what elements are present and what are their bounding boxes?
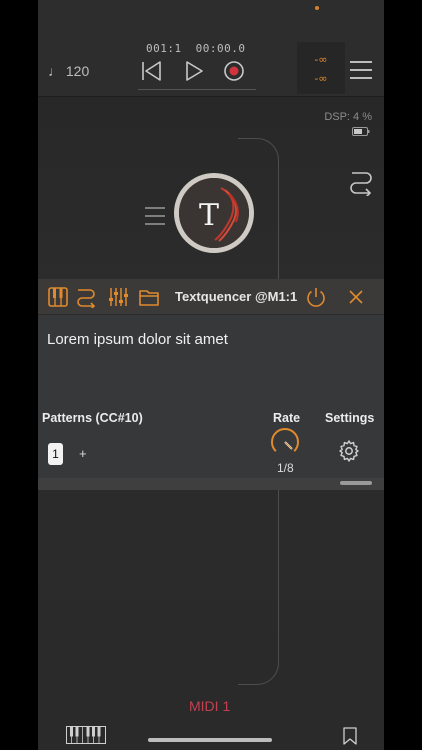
status-dot	[315, 6, 319, 10]
plugin-title: Textquencer @M1:1	[175, 289, 298, 304]
resize-handle[interactable]	[340, 481, 372, 485]
textquencer-app-icon: T	[179, 178, 249, 248]
settings-label: Settings	[325, 411, 375, 425]
folder-icon[interactable]	[138, 286, 160, 308]
sequence-text-input[interactable]: Lorem ipsum dolor sit amet	[47, 331, 228, 348]
midi-link-toggle[interactable]: -∞ -∞	[297, 42, 345, 94]
routing-icon[interactable]	[348, 168, 374, 196]
rate-knob[interactable]	[270, 427, 300, 457]
patterns-label: Patterns (CC#10)	[42, 411, 143, 425]
power-icon[interactable]	[305, 286, 327, 308]
rate-value: 1/8	[277, 461, 294, 475]
add-pattern-button[interactable]: +	[79, 446, 87, 461]
textquencer-logo: T	[179, 178, 249, 248]
transport-underline	[138, 89, 256, 90]
home-indicator[interactable]	[148, 738, 272, 742]
dsp-load: DSP: 4 %	[324, 111, 372, 123]
transport-counter: 001:1 00:00.0	[146, 42, 259, 55]
transport-bar: ♩ 120 001:1 00:00.0 -∞ -∞	[38, 0, 384, 97]
time-position: 00:00.0	[195, 42, 246, 55]
main-menu-icon[interactable]	[349, 58, 373, 82]
piano-keyboard-icon[interactable]	[66, 726, 106, 744]
mixer-icon[interactable]	[107, 286, 129, 308]
play-button[interactable]	[181, 58, 207, 84]
bottom-bar	[38, 718, 384, 750]
main-screen: ♩ 120 001:1 00:00.0 -∞ -∞ DSP: 4 % T Tex…	[38, 0, 384, 750]
rewind-button[interactable]	[139, 58, 165, 84]
node-menu-icon[interactable]	[144, 205, 166, 227]
svg-text:-∞: -∞	[314, 53, 327, 66]
svg-text:-∞: -∞	[314, 72, 327, 85]
route-icon[interactable]	[75, 286, 97, 308]
tempo-display[interactable]: ♩ 120	[48, 63, 89, 79]
rate-label: Rate	[273, 411, 301, 425]
panel-footer	[38, 478, 384, 490]
textquencer-node[interactable]: T	[174, 173, 254, 253]
plugin-panel: Textquencer @M1:1 Lorem ipsum dolor sit …	[38, 279, 384, 490]
pattern-button-1[interactable]: 1	[48, 443, 63, 465]
link-icon: -∞ -∞	[314, 53, 327, 85]
plugin-header: Textquencer @M1:1	[38, 279, 384, 315]
midi-bus-label[interactable]: MIDI 1	[189, 698, 230, 714]
keyboard-icon[interactable]	[47, 286, 69, 308]
bar-position: 001:1	[146, 42, 182, 55]
gear-icon[interactable]	[337, 439, 361, 463]
bookmark-icon[interactable]	[343, 727, 357, 745]
close-icon[interactable]	[345, 286, 367, 308]
app-letter: T	[199, 198, 219, 233]
record-button[interactable]	[221, 58, 247, 84]
battery-icon	[352, 127, 370, 136]
